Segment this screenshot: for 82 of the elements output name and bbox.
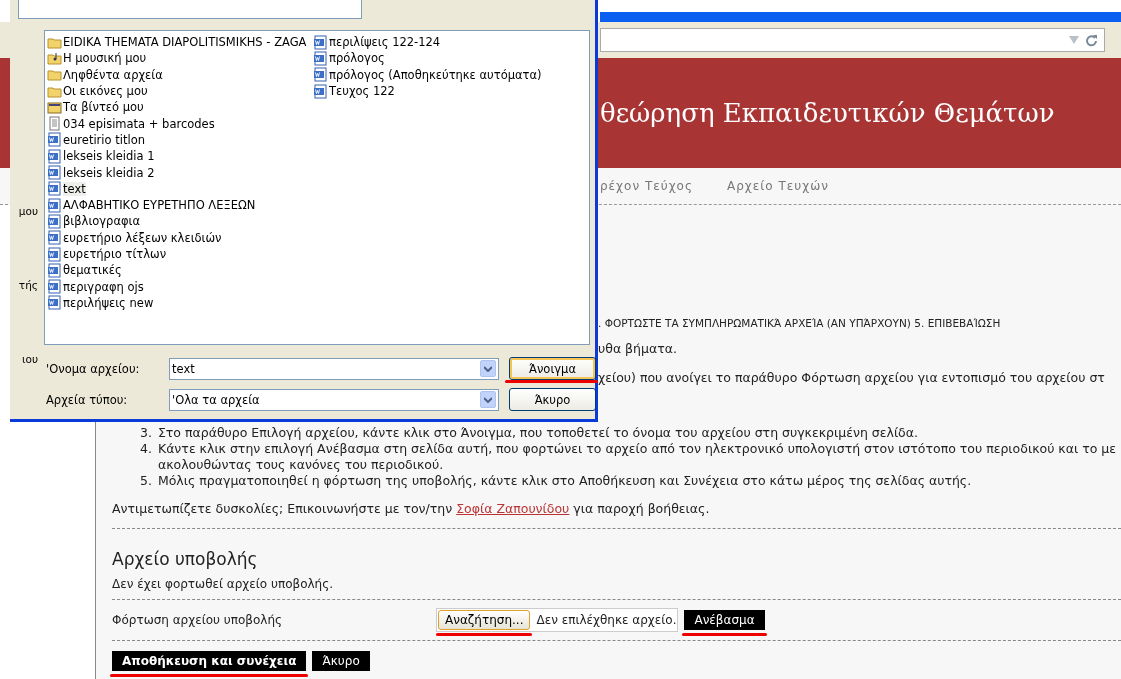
open-button[interactable]: Άνοιγμα xyxy=(509,357,596,380)
intro-text: υθα βήματα. xyxy=(598,341,678,356)
field-value: text xyxy=(172,361,195,376)
music-folder-icon xyxy=(47,50,62,66)
word-document-icon xyxy=(47,165,62,180)
nav-link[interactable]: Αρχείο Τευχών xyxy=(727,179,829,193)
chevron-icon xyxy=(484,365,492,372)
combo-field[interactable]: 'Ολα τα αρχεία xyxy=(169,388,499,411)
file-item[interactable]: ευρετήριο τίτλων xyxy=(63,247,167,261)
browse-button[interactable]: Αναζήτηση... xyxy=(438,610,531,630)
word-document-icon xyxy=(47,181,62,197)
places-item[interactable]: τής xyxy=(18,279,38,291)
word-document-icon xyxy=(313,67,328,83)
file-item[interactable]: 034 episimata + barcodes xyxy=(63,116,215,131)
file-item[interactable]: βιβλιογραφια xyxy=(63,214,141,229)
folder-icon xyxy=(47,67,62,83)
contact-link[interactable]: Σοφία Ζαπουνίδου xyxy=(456,501,570,516)
file-item[interactable]: ευρετήριο λέξεων κλειδιών xyxy=(63,230,222,245)
word-document-icon xyxy=(47,197,62,213)
instruction-text: ακολουθώντας τους κανόνες του περιοδικού. xyxy=(157,457,445,473)
places-item[interactable]: μου xyxy=(18,205,38,217)
file-item[interactable]: Οι εικόνες μου xyxy=(63,84,148,99)
text-file-icon xyxy=(47,116,62,132)
file-item[interactable]: πρόλογος xyxy=(329,51,385,66)
file-item[interactable]: euretirio titlon xyxy=(63,132,145,147)
word-document-icon xyxy=(47,262,62,278)
file-item[interactable]: περιλίψεις 122-124 xyxy=(329,35,441,50)
chevron-icon xyxy=(484,396,492,403)
field-label: Φόρτωση αρχείου υποβολής xyxy=(112,613,284,627)
word-document-icon xyxy=(47,213,62,229)
site-title: θεώρηση Εκπαιδευτικών Θεμάτων xyxy=(600,98,1055,128)
nav-link[interactable]: ρέχον Τεύχος xyxy=(600,179,693,193)
upload-button[interactable]: Ανέβασμα xyxy=(684,610,765,630)
word-document-icon xyxy=(47,132,62,148)
word-document-icon xyxy=(47,279,62,295)
file-item[interactable]: πρόλογος (Αποθηκεύτηκε αυτόματα) xyxy=(329,67,542,82)
file-item[interactable]: περιλήψεις new xyxy=(63,295,154,310)
status-text: Δεν έχει φορτωθεί αρχείο υποβολής. xyxy=(112,577,335,591)
places-item[interactable]: ιου xyxy=(21,353,38,365)
save-continue-button[interactable]: Αποθήκευση και συνέχεια xyxy=(112,651,307,671)
word-document-icon xyxy=(47,148,62,164)
section-heading: Αρχείο υποβολής xyxy=(112,549,259,569)
file-item[interactable]: Η μουσική μου xyxy=(63,51,147,66)
file-item[interactable]: text xyxy=(63,181,86,196)
file-item[interactable]: Τευχος 122 xyxy=(329,84,395,99)
film-folder-icon xyxy=(47,99,62,115)
word-document-icon xyxy=(47,246,62,262)
file-status-text: Δεν επιλέχθηκε αρχείο. xyxy=(536,613,677,627)
word-document-icon xyxy=(47,230,62,246)
file-item[interactable]: lekseis kleidia 1 xyxy=(63,149,155,164)
word-document-icon xyxy=(47,295,62,311)
dropdown-button[interactable] xyxy=(480,391,496,408)
address-field[interactable] xyxy=(600,28,1105,52)
help-text: Αντιμετωπίζετε δυσκολίες; Επικοινωνήστε με τον/την Σοφία Ζαπουνίδου για παροχή βοήθειας. xyxy=(112,501,711,516)
combo-field[interactable]: text xyxy=(169,357,499,380)
file-item[interactable]: Τα βίντεό μου xyxy=(63,100,144,115)
list-number: 5. xyxy=(140,473,152,489)
dropdown-button[interactable] xyxy=(480,360,496,377)
file-item[interactable]: θεματικές xyxy=(63,263,122,278)
instruction-text: Κάντε κλικ στην επιλογή Ανέβασμα στη σελίδα αυτή, που φορτώνει το αρχείο από τον ηλεκτρονικό υπολογιστή στον ιστότοπο του περιοδικού και το με xyxy=(157,441,1116,457)
field-label: Αρχεία τύπου: xyxy=(46,392,129,407)
file-item[interactable]: lekseis kleidia 2 xyxy=(63,165,155,180)
steps-breadcrumb: . ΦΟΡΤΩΣΤΕ ΤΑ ΣΥΜΠΛΗΡΩΜΑΤΙΚΆ ΑΡΧΕΊΑ (ΑΝ ΥΠΆΡΧΟΥΝ) 5. ΕΠΙΒΕΒΑΊΩΣΗ xyxy=(598,317,1002,329)
word-document-icon xyxy=(313,83,328,99)
word-document-icon xyxy=(313,50,328,66)
word-document-icon xyxy=(313,34,328,50)
instruction-text: Στο παράθυρο Επιλογή αρχείου, κάντε κλικ στο Άνοιγμα, που τοποθετεί το όνομα του αρχείου στη συγκεκριμένη σελίδα. xyxy=(157,425,918,441)
field-label: 'Ονομα αρχείου: xyxy=(46,361,141,376)
file-item[interactable]: EIDIKA THEMATA DIAPOLITISMIKHS - ZAGA xyxy=(63,35,307,50)
look-in-field[interactable] xyxy=(18,0,362,19)
instruction-text: χείου) που ανοίγει το παράθυρο Φόρτωση αρχείου για εντοπισμό του αρχείου στ xyxy=(598,370,1106,385)
list-number: 3. xyxy=(140,425,152,441)
dropdown-icon[interactable] xyxy=(1069,36,1079,44)
reload-icon[interactable] xyxy=(1085,33,1098,47)
file-item[interactable]: ΑΛΦΑΒΗΤΙΚΟ ΕΥΡΕΤΗΠΟ ΛΕΞΕΩΝ xyxy=(63,198,256,213)
list-number: 4. xyxy=(140,441,152,458)
file-item[interactable]: περιγραφη ojs xyxy=(63,279,144,294)
instruction-text: Μόλις πραγματοποιηθεί η φόρτωση της υποβολής, κάντε κλικ στο Αποθήκευση και Συνέχεια στο κάτω μέρος της σελίδας αυτής. xyxy=(157,473,972,489)
field-value: 'Ολα τα αρχεία xyxy=(172,392,260,407)
cancel-button[interactable]: Άκυρο xyxy=(509,388,596,411)
cancel-button[interactable]: Άκυρο xyxy=(312,651,370,671)
file-item[interactable]: Ληφθέντα αρχεία xyxy=(63,67,163,82)
